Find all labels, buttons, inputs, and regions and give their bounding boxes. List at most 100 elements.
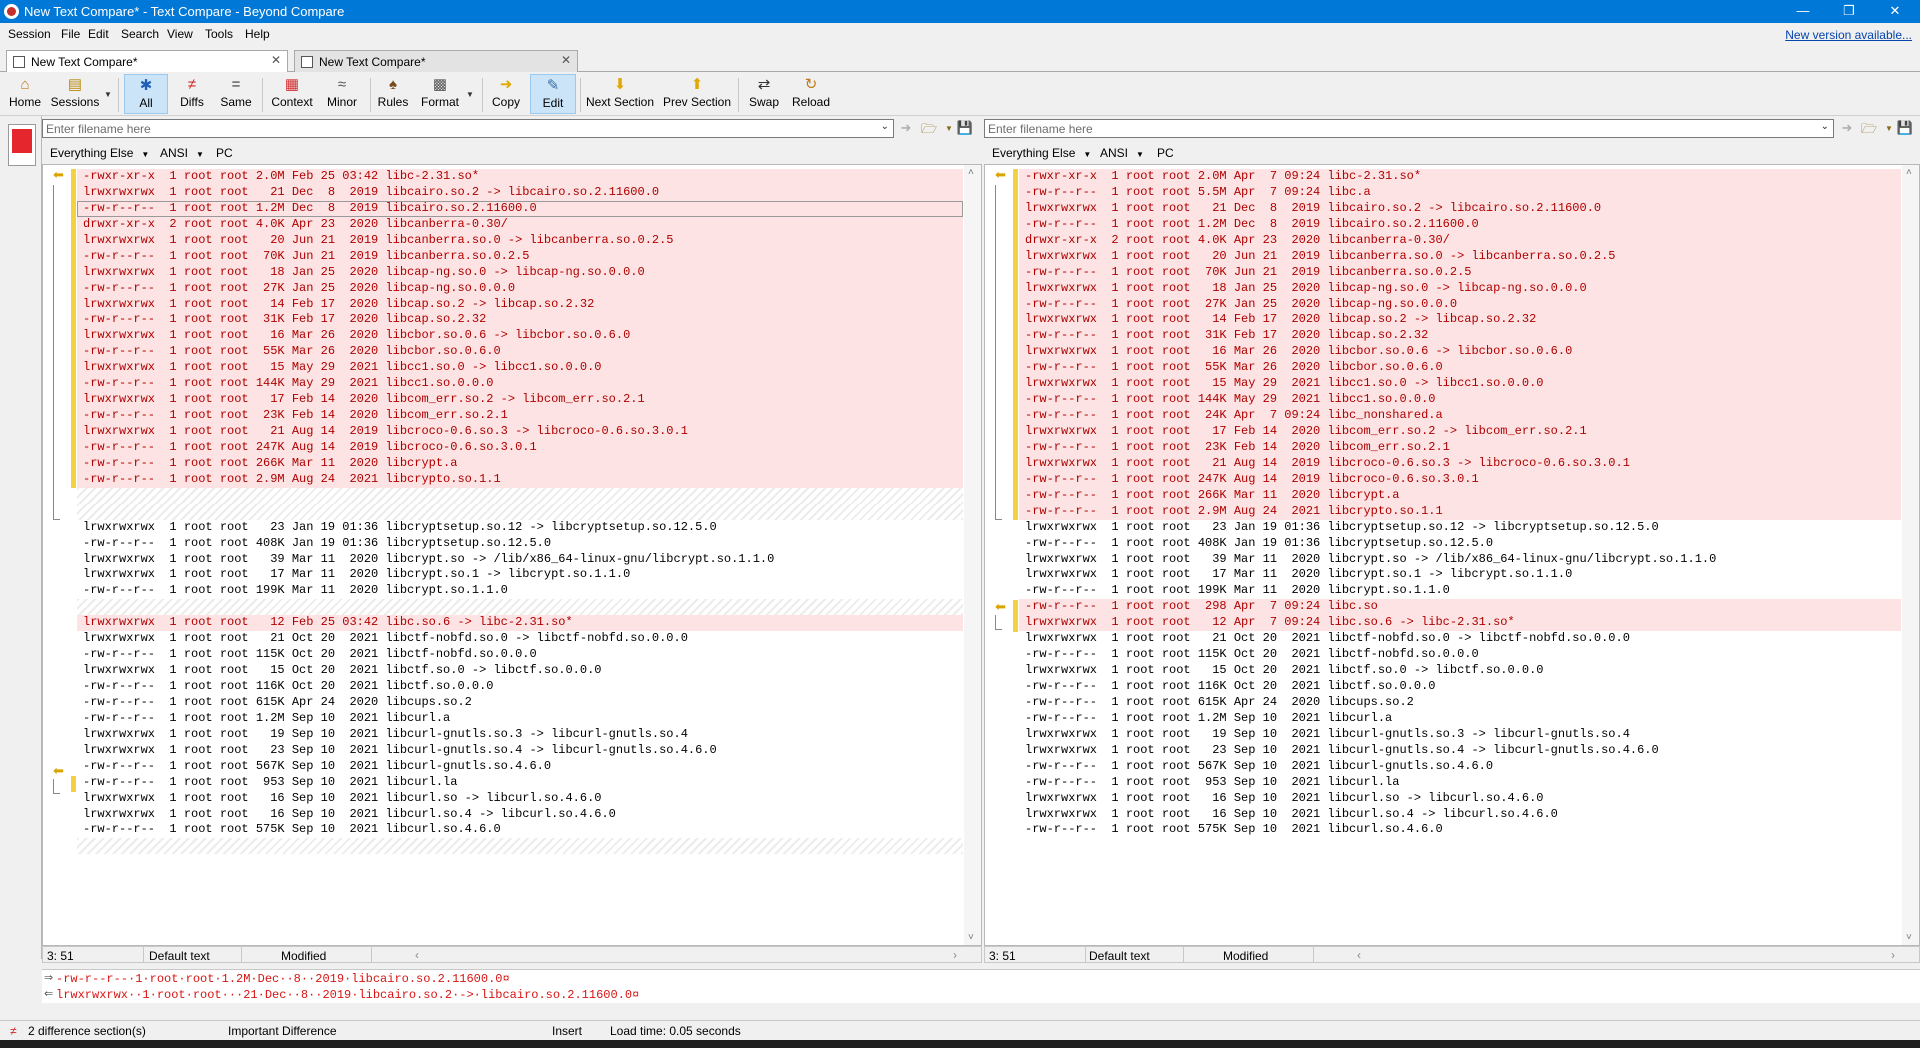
text-line[interactable]: lrwxrwxrwx 1 root root 15 May 29 2021 li… bbox=[1019, 376, 1901, 393]
left-open-folder-icon[interactable]: 🗁 bbox=[920, 120, 938, 137]
text-line[interactable]: -rw-r--r-- 1 root root 115K Oct 20 2021 … bbox=[77, 647, 963, 663]
menu-search[interactable]: Search bbox=[121, 27, 159, 41]
diff-arrow-icon[interactable]: ⬅ bbox=[53, 763, 64, 779]
text-line[interactable]: lrwxrwxrwx 1 root root 23 Sep 10 2021 li… bbox=[1019, 743, 1901, 759]
text-line[interactable]: lrwxrwxrwx 1 root root 39 Mar 11 2020 li… bbox=[77, 552, 963, 568]
sessions-dropdown-icon[interactable]: ▼ bbox=[104, 90, 112, 99]
left-vertical-scrollbar[interactable]: ˄ ˅ bbox=[964, 165, 981, 945]
text-line[interactable]: -rw-r--r-- 1 root root 1.2M Sep 10 2021 … bbox=[1019, 711, 1901, 727]
text-line[interactable]: lrwxrwxrwx 1 root root 18 Jan 25 2020 li… bbox=[77, 264, 963, 281]
chevron-down-icon[interactable]: ⌄ bbox=[1821, 121, 1829, 132]
text-line[interactable]: lrwxrwxrwx 1 root root 16 Sep 10 2021 li… bbox=[1019, 791, 1901, 807]
text-line[interactable]: -rw-r--r-- 1 root root 144K May 29 2021 … bbox=[77, 376, 963, 393]
scroll-down-icon[interactable]: ˅ bbox=[968, 932, 974, 943]
missing-line-placeholder[interactable] bbox=[77, 503, 963, 520]
text-line[interactable]: -rw-r--r-- 1 root root 55K Mar 26 2020 l… bbox=[1019, 360, 1901, 377]
text-line[interactable]: -rw-r--r-- 1 root root 953 Sep 10 2021 l… bbox=[77, 775, 963, 791]
right-text-pane[interactable]: ⬅ ⬅ -rwxr-xr-x 1 root root 2.0M Apr 7 09… bbox=[984, 164, 1920, 946]
right-filename-input[interactable]: Enter filename here ⌄ bbox=[984, 119, 1834, 138]
menu-edit[interactable]: Edit bbox=[88, 27, 109, 41]
prev-section-button[interactable]: ⬆ Prev Section bbox=[662, 74, 732, 114]
text-line[interactable]: -rw-r--r-- 1 root root 408K Jan 19 01:36… bbox=[77, 536, 963, 552]
text-line[interactable]: lrwxrwxrwx 1 root root 17 Mar 11 2020 li… bbox=[1019, 567, 1901, 583]
swap-button[interactable]: ⇄ Swap bbox=[744, 74, 784, 114]
text-line[interactable]: -rw-r--r-- 1 root root 567K Sep 10 2021 … bbox=[77, 759, 963, 775]
rules-button[interactable]: ♠ Rules bbox=[374, 74, 412, 114]
text-line[interactable]: lrwxrwxrwx 1 root root 21 Aug 14 2019 li… bbox=[77, 424, 963, 440]
sessions-button[interactable]: ▤ Sessions bbox=[50, 74, 100, 114]
menu-view[interactable]: View bbox=[167, 27, 193, 41]
text-line[interactable]: -rw-r--r-- 1 root root 615K Apr 24 2020 … bbox=[1019, 695, 1901, 711]
text-line[interactable]: -rw-r--r-- 1 root root 1.2M Dec 8 2019 l… bbox=[77, 200, 963, 217]
reload-button[interactable]: ↻ Reload bbox=[788, 74, 834, 114]
text-line[interactable]: lrwxrwxrwx 1 root root 21 Dec 8 2019 lib… bbox=[1019, 200, 1901, 217]
text-line[interactable]: -rw-r--r-- 1 root root 31K Feb 17 2020 l… bbox=[77, 312, 963, 329]
home-button[interactable]: ⌂ Home bbox=[4, 74, 46, 114]
text-line[interactable]: -rw-r--r-- 1 root root 24K Apr 7 09:24 l… bbox=[1019, 408, 1901, 424]
menu-tools[interactable]: Tools bbox=[205, 27, 233, 41]
text-line[interactable]: -rw-r--r-- 1 root root 116K Oct 20 2021 … bbox=[77, 679, 963, 695]
text-line[interactable]: -rw-r--r-- 1 root root 27K Jan 25 2020 l… bbox=[77, 280, 963, 297]
menu-session[interactable]: Session bbox=[8, 27, 51, 41]
text-line[interactable]: -rw-r--r-- 1 root root 567K Sep 10 2021 … bbox=[1019, 759, 1901, 775]
tab-compare-2[interactable]: New Text Compare* ✕ bbox=[294, 50, 578, 72]
text-line[interactable]: lrwxrwxrwx 1 root root 15 Oct 20 2021 li… bbox=[77, 663, 963, 679]
show-all-button[interactable]: ✱ All bbox=[124, 74, 168, 114]
right-lineend-label[interactable]: PC bbox=[1157, 146, 1174, 160]
menu-help[interactable]: Help bbox=[245, 27, 270, 41]
restore-icon[interactable]: ❐ bbox=[1826, 0, 1872, 23]
text-line[interactable]: -rw-r--r-- 1 root root 144K May 29 2021 … bbox=[1019, 392, 1901, 409]
text-line[interactable]: -rw-r--r-- 1 root root 298 Apr 7 09:24 l… bbox=[1019, 599, 1901, 616]
show-same-button[interactable]: = Same bbox=[216, 74, 256, 114]
detail-line-right[interactable]: lrwxrwxrwx··1·root·root···21·Dec··8··201… bbox=[56, 987, 639, 1003]
chevron-down-icon[interactable]: ⌄ bbox=[881, 121, 889, 132]
text-line[interactable]: lrwxrwxrwx 1 root root 14 Feb 17 2020 li… bbox=[77, 296, 963, 313]
scroll-right-icon[interactable]: › bbox=[953, 948, 957, 962]
left-lineend-label[interactable]: PC bbox=[216, 146, 233, 160]
left-save-icon[interactable]: 💾 bbox=[956, 120, 974, 137]
text-line[interactable]: lrwxrwxrwx 1 root root 16 Mar 26 2020 li… bbox=[1019, 344, 1901, 361]
left-filter-select[interactable]: Everything Else ▼ bbox=[50, 146, 149, 160]
format-button[interactable]: ▩ Format bbox=[416, 74, 464, 114]
text-line[interactable]: lrwxrwxrwx 1 root root 16 Mar 26 2020 li… bbox=[77, 328, 963, 345]
text-line[interactable]: -rwxr-xr-x 1 root root 2.0M Apr 7 09:24 … bbox=[1019, 169, 1901, 185]
text-line[interactable]: lrwxrwxrwx 1 root root 23 Jan 19 01:36 l… bbox=[1019, 520, 1901, 536]
text-line[interactable]: lrwxrwxrwx 1 root root 19 Sep 10 2021 li… bbox=[1019, 727, 1901, 743]
edit-button[interactable]: ✎ Edit bbox=[530, 74, 576, 114]
text-line[interactable]: lrwxrwxrwx 1 root root 12 Apr 7 09:24 li… bbox=[1019, 615, 1901, 632]
text-line[interactable]: drwxr-xr-x 2 root root 4.0K Apr 23 2020 … bbox=[77, 216, 963, 233]
minor-button[interactable]: ≈ Minor bbox=[320, 74, 364, 114]
diff-arrow-icon[interactable]: ⬅ bbox=[53, 167, 64, 183]
text-line[interactable]: -rw-r--r-- 1 root root 2.9M Aug 24 2021 … bbox=[1019, 503, 1901, 520]
text-line[interactable]: lrwxrwxrwx 1 root root 39 Mar 11 2020 li… bbox=[1019, 552, 1901, 568]
text-line[interactable]: lrwxrwxrwx 1 root root 18 Jan 25 2020 li… bbox=[1019, 280, 1901, 297]
thumbnail-pane[interactable] bbox=[0, 116, 42, 959]
text-line[interactable]: lrwxrwxrwx 1 root root 20 Jun 21 2019 li… bbox=[1019, 248, 1901, 265]
text-line[interactable]: lrwxrwxrwx 1 root root 17 Feb 14 2020 li… bbox=[1019, 424, 1901, 440]
minimize-icon[interactable]: — bbox=[1780, 0, 1826, 23]
text-line[interactable]: lrwxrwxrwx 1 root root 21 Oct 20 2021 li… bbox=[77, 631, 963, 647]
right-encoding-select[interactable]: ANSI ▼ bbox=[1100, 146, 1144, 160]
text-line[interactable]: -rw-r--r-- 1 root root 1.2M Dec 8 2019 l… bbox=[1019, 216, 1901, 233]
text-line[interactable]: lrwxrwxrwx 1 root root 23 Sep 10 2021 li… bbox=[77, 743, 963, 759]
text-line[interactable]: lrwxrwxrwx 1 root root 21 Oct 20 2021 li… bbox=[1019, 631, 1901, 647]
text-line[interactable]: -rw-r--r-- 1 root root 408K Jan 19 01:36… bbox=[1019, 536, 1901, 552]
text-line[interactable]: -rw-r--r-- 1 root root 116K Oct 20 2021 … bbox=[1019, 679, 1901, 695]
tab-compare-1[interactable]: New Text Compare* ✕ bbox=[6, 50, 288, 73]
text-line[interactable]: lrwxrwxrwx 1 root root 17 Feb 14 2020 li… bbox=[77, 392, 963, 409]
text-line[interactable]: lrwxrwxrwx 1 root root 16 Sep 10 2021 li… bbox=[1019, 807, 1901, 823]
text-line[interactable]: -rw-r--r-- 1 root root 247K Aug 14 2019 … bbox=[77, 439, 963, 456]
tab-close-icon[interactable]: ✕ bbox=[271, 53, 281, 67]
text-line[interactable]: lrwxrwxrwx 1 root root 23 Jan 19 01:36 l… bbox=[77, 520, 963, 536]
text-line[interactable]: -rw-r--r-- 1 root root 31K Feb 17 2020 l… bbox=[1019, 328, 1901, 345]
right-save-icon[interactable]: 💾 bbox=[1896, 120, 1914, 137]
text-line[interactable]: -rw-r--r-- 1 root root 575K Sep 10 2021 … bbox=[1019, 822, 1901, 838]
right-lines[interactable]: -rwxr-xr-x 1 root root 2.0M Apr 7 09:24 … bbox=[1019, 169, 1901, 838]
left-encoding-select[interactable]: ANSI ▼ bbox=[160, 146, 204, 160]
text-line[interactable]: -rw-r--r-- 1 root root 27K Jan 25 2020 l… bbox=[1019, 296, 1901, 313]
left-filename-input[interactable]: Enter filename here ⌄ bbox=[42, 119, 894, 138]
text-line[interactable]: -rw-r--r-- 1 root root 247K Aug 14 2019 … bbox=[1019, 471, 1901, 488]
text-line[interactable]: -rw-r--r-- 1 root root 70K Jun 21 2019 l… bbox=[1019, 264, 1901, 281]
text-line[interactable]: -rw-r--r-- 1 root root 23K Feb 14 2020 l… bbox=[1019, 439, 1901, 456]
text-line[interactable]: lrwxrwxrwx 1 root root 14 Feb 17 2020 li… bbox=[1019, 312, 1901, 329]
